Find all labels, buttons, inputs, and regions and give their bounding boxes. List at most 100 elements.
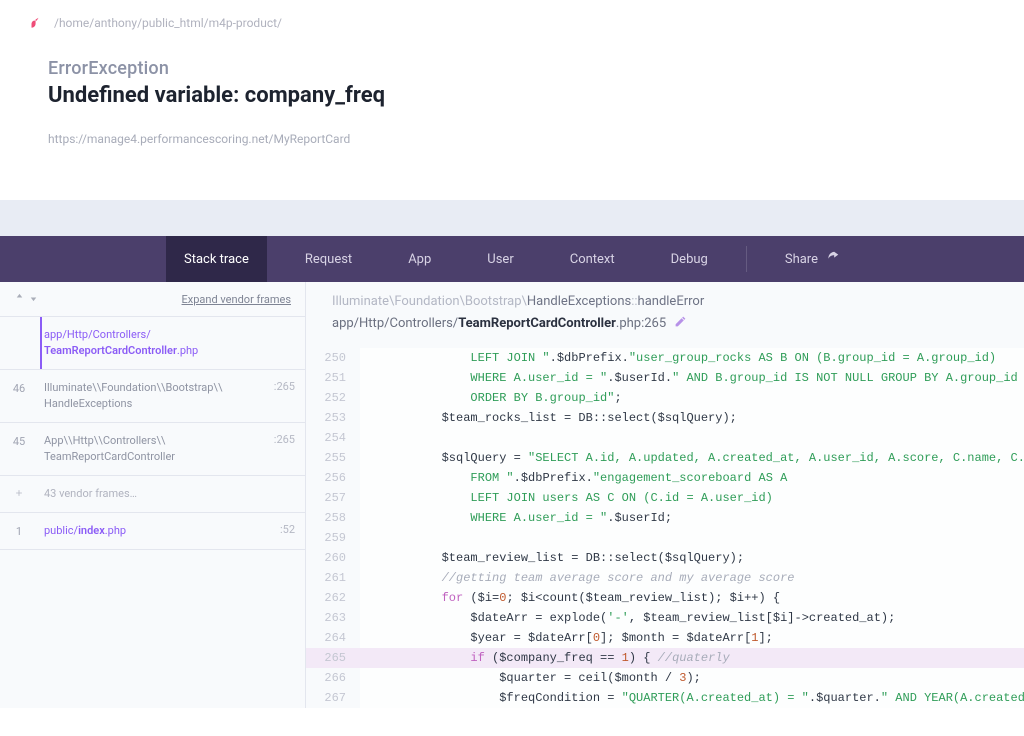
code-line-number: 264 <box>306 628 360 648</box>
context-method: handleError <box>638 294 705 309</box>
share-icon <box>826 250 840 268</box>
code-line: 250 LEFT JOIN ".$dbPrefix."user_group_ro… <box>306 348 1024 368</box>
code-line-number: 266 <box>306 668 360 688</box>
tab-debug[interactable]: Debug <box>653 236 726 282</box>
arrow-up-icon <box>14 292 25 303</box>
exception-header: ErrorException Undefined variable: compa… <box>0 40 1024 164</box>
code-line-number: 251 <box>306 368 360 388</box>
tab-context[interactable]: Context <box>552 236 633 282</box>
code-line-number: 263 <box>306 608 360 628</box>
file-path: app/Http/Controllers/TeamReportCardContr… <box>306 309 1024 348</box>
code-line-text: WHERE A.user_id = ".$userId." AND B.grou… <box>360 368 1024 388</box>
tabs-bar: Stack trace Request App User Context Deb… <box>0 236 1024 282</box>
code-line: 265 if ($company_freq == 1) { //quaterly <box>306 648 1024 668</box>
code-line-number: 253 <box>306 408 360 428</box>
code-line: 257 LEFT JOIN users AS C ON (C.id = A.us… <box>306 488 1024 508</box>
main-split: Expand vendor frames app/Http/Controller… <box>0 282 1024 708</box>
frame-line <box>265 327 305 359</box>
code-line-number: 255 <box>306 448 360 468</box>
code-line: 260 $team_review_list = DB::select($sqlQ… <box>306 548 1024 568</box>
frame-number <box>0 327 38 359</box>
code-line: 263 $dateArr = explode('-', $team_review… <box>306 608 1024 628</box>
code-line-text: $quarter = ceil($month / 3); <box>360 668 1024 688</box>
stack-frame[interactable]: app/Http/Controllers/TeamReportCardContr… <box>0 317 305 370</box>
frame-number: 46 <box>0 380 38 412</box>
code-line-text: $sqlQuery = "SELECT A.id, A.updated, A.c… <box>360 448 1024 468</box>
frame-body: 43 vendor frames… <box>38 486 265 502</box>
code-line-text: //getting team average score and my aver… <box>360 568 1024 588</box>
code-line-text <box>360 428 1024 448</box>
stack-header: Expand vendor frames <box>0 282 305 317</box>
frame-line: :265 <box>265 433 305 465</box>
code-line: 258 WHERE A.user_id = ".$userId; <box>306 508 1024 528</box>
code-line-number: 267 <box>306 688 360 708</box>
code-line-number: 262 <box>306 588 360 608</box>
context-class: HandleExceptions <box>527 294 631 309</box>
code-line-text: for ($i=0; $i<count($team_review_list); … <box>360 588 1024 608</box>
code-line-text: $team_rocks_list = DB::select($sqlQuery)… <box>360 408 1024 428</box>
stack-frame[interactable]: 45App\\Http\\Controllers\\TeamReportCard… <box>0 423 305 476</box>
code-line-number: 258 <box>306 508 360 528</box>
code-line-text: LEFT JOIN users AS C ON (C.id = A.user_i… <box>360 488 1024 508</box>
code-line: 262 for ($i=0; $i<count($team_review_lis… <box>306 588 1024 608</box>
code-line: 255 $sqlQuery = "SELECT A.id, A.updated,… <box>306 448 1024 468</box>
brand-icon <box>28 16 42 30</box>
file-path-name: TeamReportCardController <box>458 316 616 331</box>
expand-vendor-frames[interactable]: Expand vendor frames <box>182 293 291 306</box>
exception-url-link[interactable]: https://manage4.performancescoring.net/M… <box>48 132 350 146</box>
code-line-text: if ($company_freq == 1) { //quaterly <box>360 648 1024 668</box>
arrow-down-icon <box>28 292 39 303</box>
spacer-band <box>0 200 1024 236</box>
code-line: 264 $year = $dateArr[0]; $month = $dateA… <box>306 628 1024 648</box>
tab-stack-trace[interactable]: Stack trace <box>166 236 267 282</box>
code-line-text <box>360 528 1024 548</box>
code-line-text: FROM ".$dbPrefix."engagement_scoreboard … <box>360 468 1024 488</box>
tab-share[interactable]: Share <box>767 236 858 282</box>
tab-separator <box>746 246 747 272</box>
code-line: 259 <box>306 528 1024 548</box>
frame-line: :265 <box>265 380 305 412</box>
frame-body: public/index.php <box>38 523 265 539</box>
file-path-prefix: app/Http/Controllers/ <box>332 316 458 331</box>
code-line-number: 254 <box>306 428 360 448</box>
share-label: Share <box>785 252 818 267</box>
edit-icon[interactable] <box>674 315 687 332</box>
frame-body: app/Http/Controllers/TeamReportCardContr… <box>38 327 265 359</box>
code-line-number: 260 <box>306 548 360 568</box>
context-breadcrumb: Illuminate\Foundation\Bootstrap\HandleEx… <box>306 282 1024 309</box>
exception-url: https://manage4.performancescoring.net/M… <box>48 132 976 146</box>
stack-nav-arrows[interactable] <box>14 292 39 306</box>
tab-request[interactable]: Request <box>287 236 370 282</box>
code-line-text: LEFT JOIN ".$dbPrefix."user_group_rocks … <box>360 348 1024 368</box>
frame-number: 45 <box>0 433 38 465</box>
code-line: 251 WHERE A.user_id = ".$userId." AND B.… <box>306 368 1024 388</box>
plus-icon <box>0 486 38 502</box>
code-line-number: 252 <box>306 388 360 408</box>
code-listing: 250 LEFT JOIN ".$dbPrefix."user_group_ro… <box>306 348 1024 708</box>
code-line: 267 $freqCondition = "QUARTER(A.created_… <box>306 688 1024 708</box>
frame-line <box>265 486 305 502</box>
code-line-number: 256 <box>306 468 360 488</box>
tab-app[interactable]: App <box>390 236 449 282</box>
code-line-text: $team_review_list = DB::select($sqlQuery… <box>360 548 1024 568</box>
code-line: 266 $quarter = ceil($month / 3); <box>306 668 1024 688</box>
stack-column: Expand vendor frames app/Http/Controller… <box>0 282 306 708</box>
frame-number: 1 <box>0 523 38 539</box>
exception-message: Undefined variable: company_freq <box>48 83 976 108</box>
frame-line: :52 <box>265 523 305 539</box>
code-line-text: ORDER BY B.group_id"; <box>360 388 1024 408</box>
stack-frame[interactable]: 46Illuminate\\Foundation\\Bootstrap\\Han… <box>0 370 305 423</box>
code-line-number: 265 <box>306 648 360 668</box>
file-path-suffix: .php:265 <box>616 316 666 331</box>
breadcrumb-path: /home/anthony/public_html/m4p-product/ <box>54 16 282 30</box>
tab-user[interactable]: User <box>469 236 531 282</box>
exception-class: ErrorException <box>48 58 976 79</box>
code-line-text: WHERE A.user_id = ".$userId; <box>360 508 1024 528</box>
code-line: 252 ORDER BY B.group_id"; <box>306 388 1024 408</box>
breadcrumb: /home/anthony/public_html/m4p-product/ <box>0 0 1024 40</box>
stack-frame[interactable]: 1public/index.php:52 <box>0 513 305 550</box>
stack-frame[interactable]: 43 vendor frames… <box>0 476 305 513</box>
code-column: Illuminate\Foundation\Bootstrap\HandleEx… <box>306 282 1024 708</box>
code-line-text: $dateArr = explode('-', $team_review_lis… <box>360 608 1024 628</box>
code-line: 261 //getting team average score and my … <box>306 568 1024 588</box>
